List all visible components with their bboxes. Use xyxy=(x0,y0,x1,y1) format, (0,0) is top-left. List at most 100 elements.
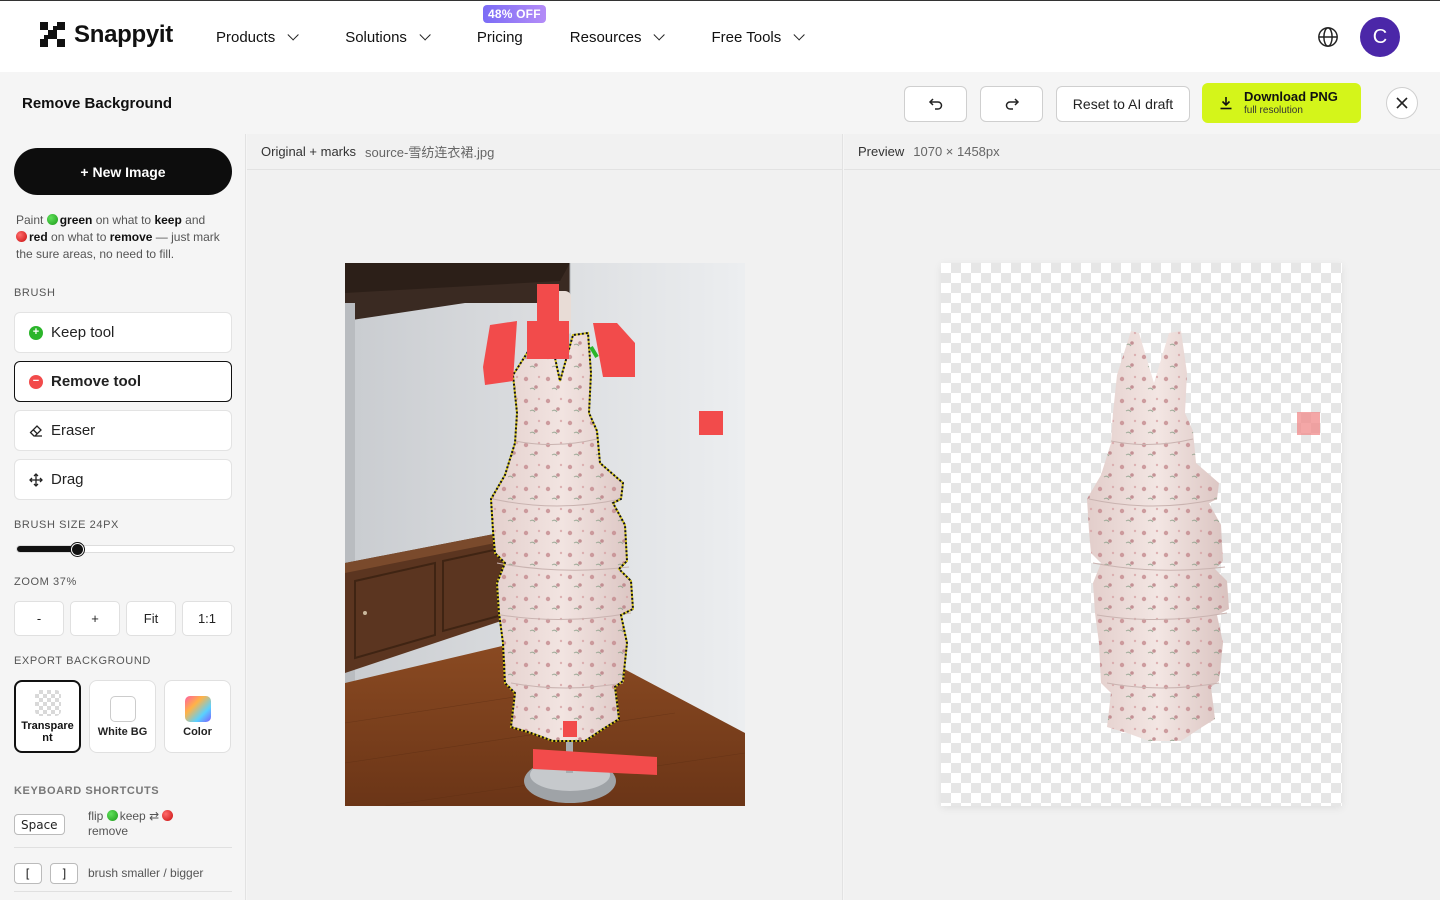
shortcut-space-desc: flip keep ⇄ remove xyxy=(88,809,220,839)
minus-circle-icon: − xyxy=(29,374,43,389)
remove-tool-label: Remove tool xyxy=(51,373,142,390)
chevron-down-icon xyxy=(419,29,431,41)
eraser-icon xyxy=(29,424,42,437)
transparent-swatch xyxy=(34,689,61,716)
drag-tool-label: Drag xyxy=(51,471,84,488)
shortcut-divider xyxy=(14,891,232,892)
zoom-actual-size-button[interactable]: 1:1 xyxy=(182,601,232,636)
hint-green: green xyxy=(59,213,93,227)
download-texts: Download PNG full resolution xyxy=(1244,89,1338,116)
keep-tool-label: Keep tool xyxy=(51,324,115,341)
page-title: Remove Background xyxy=(22,95,173,112)
hint-remove: remove xyxy=(109,230,153,244)
redo-button[interactable] xyxy=(980,86,1043,122)
green-dot-icon xyxy=(106,810,118,821)
preview-panel-header: Preview 1070 × 1458px xyxy=(844,134,1440,170)
swap-arrows-icon: ⇄ xyxy=(149,809,160,823)
brush-size-slider[interactable] xyxy=(16,545,235,553)
red-dot-icon xyxy=(162,810,174,821)
download-png-button[interactable]: Download PNG full resolution xyxy=(1202,83,1361,123)
chevron-down-icon xyxy=(653,29,666,41)
residual-mark-preview xyxy=(1297,412,1320,435)
original-image-canvas[interactable] xyxy=(345,263,745,806)
zoom-fit-button[interactable]: Fit xyxy=(126,601,176,636)
eraser-tool-button[interactable]: Eraser xyxy=(14,410,232,451)
output-dimensions: 1070 × 1458px xyxy=(913,144,1000,159)
user-avatar[interactable]: C xyxy=(1360,17,1400,57)
shortcut-divider xyxy=(14,847,232,848)
nav-free-tools-label: Free Tools xyxy=(711,28,782,46)
logo-mark-icon xyxy=(40,22,65,47)
export-background-options: Transparent White BG Color xyxy=(14,680,231,753)
zoom-label: ZOOM 37% xyxy=(14,576,77,588)
tool-sidebar: + New Image Paint green on what to keep … xyxy=(0,134,246,900)
brand-logo[interactable]: Snappyit xyxy=(40,21,173,49)
color-label: Color xyxy=(183,725,212,738)
zoom-out-button[interactable]: - xyxy=(14,601,64,636)
white-bg-option[interactable]: White BG xyxy=(89,680,156,753)
download-icon xyxy=(1220,97,1232,110)
hint-paint: Paint xyxy=(16,213,44,227)
export-background-label: EXPORT BACKGROUND xyxy=(14,655,151,667)
color-bg-option[interactable]: Color xyxy=(164,680,231,753)
close-button[interactable] xyxy=(1386,87,1418,119)
original-panel: Original + marks source-雪纺连衣裙.jpg xyxy=(247,134,843,900)
sc-remove: remove xyxy=(88,824,129,838)
zoom-in-button[interactable]: + xyxy=(70,601,120,636)
hint-on-what-to-2: on what to xyxy=(51,230,107,244)
nav-pricing-label: Pricing xyxy=(476,28,523,46)
preview-canvas[interactable] xyxy=(941,263,1342,806)
brush-size-fill xyxy=(17,546,79,552)
nav-solutions[interactable]: Solutions xyxy=(345,28,431,46)
new-image-button[interactable]: + New Image xyxy=(14,148,232,195)
chevron-down-icon xyxy=(793,29,806,41)
shortcut-space: Space xyxy=(14,814,65,835)
nav-resources-label: Resources xyxy=(569,28,642,46)
undo-icon xyxy=(928,98,942,110)
reset-to-ai-draft-button[interactable]: Reset to AI draft xyxy=(1056,86,1190,122)
globe-icon[interactable] xyxy=(1317,26,1339,48)
keyboard-shortcuts-label: KEYBOARD SHORTCUTS xyxy=(14,785,160,797)
drag-tool-button[interactable]: Drag xyxy=(14,459,232,500)
eraser-tool-label: Eraser xyxy=(51,422,96,439)
transparent-bg-option[interactable]: Transparent xyxy=(14,680,81,753)
hint-red: red xyxy=(29,230,48,244)
brush-size-label: BRUSH SIZE 24PX xyxy=(14,519,119,531)
shortcut-brackets: [ ] xyxy=(14,863,78,884)
sc-flip: flip xyxy=(88,809,104,823)
color-swatch-icon xyxy=(184,695,211,722)
preview-panel-title: Preview xyxy=(858,144,905,159)
download-label: Download PNG xyxy=(1244,89,1338,105)
shortcut-brackets-desc: brush smaller / bigger xyxy=(88,866,204,880)
preview-panel: Preview 1070 × 1458px xyxy=(844,134,1440,900)
close-icon xyxy=(1396,97,1408,109)
keep-tool-button[interactable]: + Keep tool xyxy=(14,312,232,353)
nav-products-label: Products xyxy=(216,28,276,46)
zoom-controls: - + Fit 1:1 xyxy=(14,601,232,636)
nav-free-tools[interactable]: Free Tools xyxy=(711,28,806,46)
brush-size-handle[interactable] xyxy=(71,543,85,556)
nav-products[interactable]: Products xyxy=(216,28,299,46)
usage-hint: Paint green on what to keep and red on w… xyxy=(16,212,234,263)
move-icon xyxy=(29,472,43,487)
hint-keep: keep xyxy=(154,213,182,227)
download-sublabel: full resolution xyxy=(1244,104,1303,116)
original-panel-header: Original + marks source-雪纺连衣裙.jpg xyxy=(247,134,842,170)
brand-name: Snappyit xyxy=(74,21,173,48)
remove-tool-button[interactable]: − Remove tool xyxy=(14,361,232,402)
white-bg-label: White BG xyxy=(97,725,148,738)
transparent-label: Transparent xyxy=(21,719,74,744)
undo-button[interactable] xyxy=(904,86,967,122)
original-panel-title: Original + marks xyxy=(261,144,356,159)
green-dot-icon xyxy=(46,214,58,225)
hint-and: and xyxy=(185,213,206,227)
nav-pricing[interactable]: Pricing xyxy=(477,29,523,46)
editor-toolbar: Remove Background Reset to AI draft Down… xyxy=(0,72,1440,134)
left-bracket-key: [ xyxy=(14,863,42,884)
nav-solutions-label: Solutions xyxy=(345,28,407,46)
top-navigation: Snappyit Products Solutions Pricing Reso… xyxy=(0,0,1440,72)
pricing-discount-badge: 48% OFF xyxy=(483,5,546,23)
red-dot-icon xyxy=(16,231,27,242)
nav-resources[interactable]: Resources xyxy=(569,28,666,46)
brush-section-label: BRUSH xyxy=(14,287,56,299)
